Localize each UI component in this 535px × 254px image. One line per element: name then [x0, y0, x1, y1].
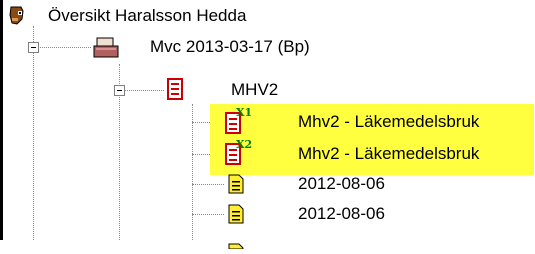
patient-icon: [8, 5, 26, 30]
tree-form-label[interactable]: MHV2: [231, 80, 278, 100]
form-icon: [166, 78, 184, 105]
tree-line: [192, 184, 224, 185]
document-icon: [228, 174, 244, 199]
document-label[interactable]: Mhv2 - Läkemedelsbruk: [298, 144, 479, 164]
window-left-border: [0, 0, 3, 240]
document-badge: X1: [236, 106, 253, 119]
collapse-toggle[interactable]: [114, 85, 125, 96]
tree-line: [33, 47, 91, 48]
document-label[interactable]: 2012-08-06: [298, 174, 385, 194]
tree-line: [119, 90, 164, 91]
document-label[interactable]: Mhv2 - Läkemedelsbruk: [298, 112, 479, 132]
tree-visit-label[interactable]: Mvc 2013-03-17 (Bp): [150, 37, 310, 57]
document-label[interactable]: 2012-08-06: [298, 204, 385, 224]
tree-root-label[interactable]: Översikt Haralsson Hedda: [48, 6, 246, 26]
folder-icon: [93, 36, 119, 63]
document-icon: [228, 234, 244, 254]
tree-line: [192, 214, 224, 215]
document-badge: X2: [236, 138, 253, 151]
tree-line: [192, 104, 193, 240]
document-icon: [228, 204, 244, 229]
collapse-toggle[interactable]: [28, 42, 39, 53]
tree-line: [33, 26, 34, 240]
